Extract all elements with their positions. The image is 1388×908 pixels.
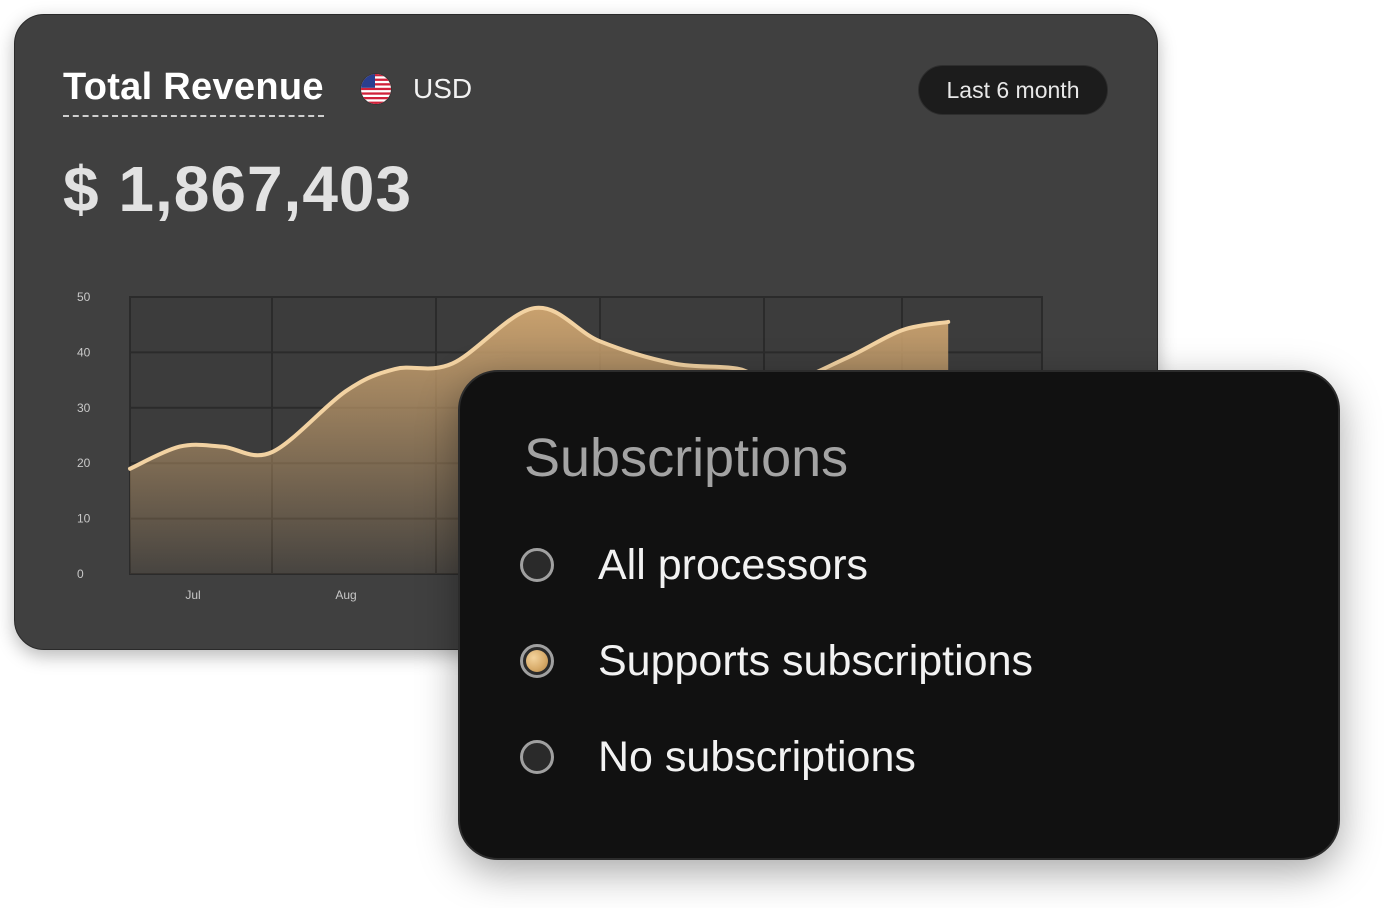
subscriptions-title: Subscriptions xyxy=(524,428,849,488)
option-label: All processors xyxy=(598,541,869,589)
subscriptions-card: Subscriptions All processors Supports su… xyxy=(458,370,1340,860)
y-tick-label: 10 xyxy=(77,512,91,526)
total-revenue-value: $ 1,867,403 xyxy=(63,153,413,225)
option-no-subscriptions[interactable]: No subscriptions xyxy=(520,727,916,787)
stage: 0 10 20 30 40 50 Jul Aug Total Revenue USD Last… xyxy=(0,0,1388,908)
currency-label: USD xyxy=(413,73,473,104)
radio-unchecked-icon[interactable] xyxy=(520,548,554,582)
us-flag-icon xyxy=(361,74,391,104)
y-tick-label: 30 xyxy=(77,401,91,415)
option-all-processors[interactable]: All processors xyxy=(520,535,868,595)
revenue-title[interactable]: Total Revenue xyxy=(63,63,324,117)
radio-checked-icon[interactable] xyxy=(520,644,554,678)
option-label: No subscriptions xyxy=(598,733,916,781)
y-tick-label: 50 xyxy=(77,290,91,304)
y-tick-label: 20 xyxy=(77,456,91,470)
option-label: Supports subscriptions xyxy=(598,637,1033,685)
option-supports-subscriptions[interactable]: Supports subscriptions xyxy=(520,631,1033,691)
period-select-button[interactable]: Last 6 month xyxy=(918,65,1108,115)
y-tick-label: 0 xyxy=(77,567,84,581)
y-tick-label: 40 xyxy=(77,345,91,359)
x-tick-label: Jul xyxy=(185,588,200,602)
radio-unchecked-icon[interactable] xyxy=(520,740,554,774)
x-tick-label: Aug xyxy=(335,588,356,602)
